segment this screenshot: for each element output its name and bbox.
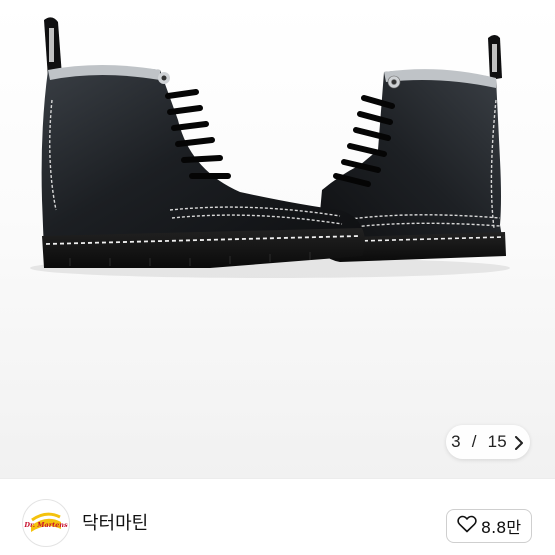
seller-bar: Dr. Martens 닥터마틴 8.8만 (0, 478, 555, 555)
image-counter-separator: / (466, 432, 482, 451)
image-counter-total: 15 (487, 432, 507, 451)
svg-text:Dr. Martens: Dr. Martens (23, 521, 68, 529)
left-boot (41, 17, 365, 268)
product-detail-screen: 3 / 15 Dr. Martens 닥터마틴 8.8만 (0, 0, 555, 555)
image-counter[interactable]: 3 / 15 (446, 425, 530, 459)
product-image-gallery[interactable]: 3 / 15 (0, 0, 555, 478)
product-image (30, 17, 510, 278)
brand-avatar[interactable]: Dr. Martens (22, 499, 70, 547)
heart-outline-icon (457, 515, 477, 537)
like-button[interactable]: 8.8만 (446, 509, 532, 543)
dr-martens-logo: Dr. Martens (23, 512, 68, 532)
chevron-right-icon[interactable] (513, 435, 525, 450)
image-counter-current: 3 (451, 432, 461, 451)
like-count: 8.8만 (480, 518, 522, 537)
brand-name[interactable]: 닥터마틴 (82, 509, 148, 535)
